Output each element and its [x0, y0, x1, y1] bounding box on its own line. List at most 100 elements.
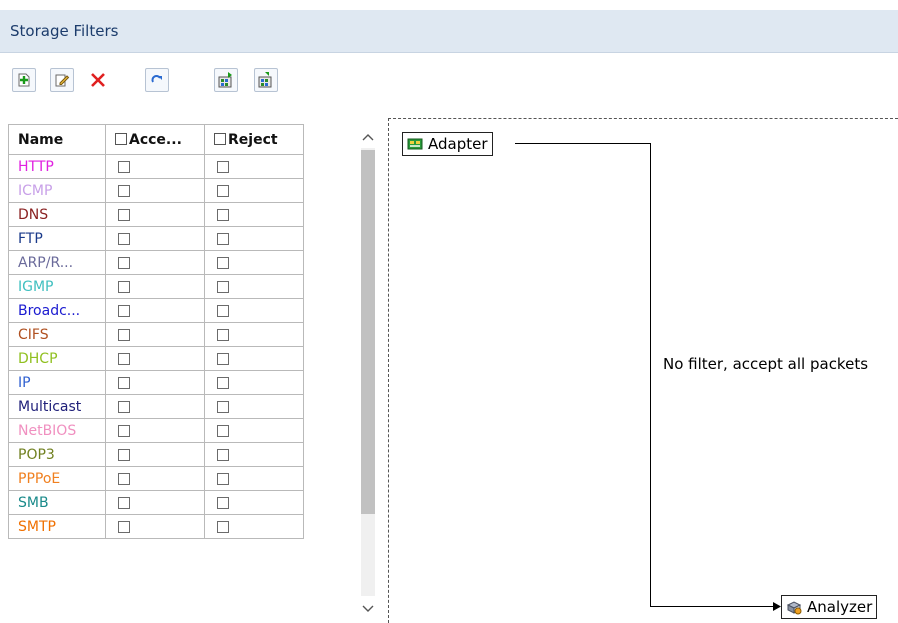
accept-cell — [105, 466, 205, 491]
vertical-scrollbar[interactable] — [354, 124, 380, 623]
filter-name-cell[interactable]: IGMP — [8, 274, 106, 299]
refresh-button[interactable] — [145, 68, 169, 92]
refresh-icon — [151, 75, 162, 83]
reject-cell — [204, 202, 304, 227]
scroll-up-arrow-icon[interactable] — [359, 128, 377, 146]
reject-cell — [204, 154, 304, 179]
column-header-reject[interactable]: Reject — [204, 124, 304, 155]
reject-cell — [204, 298, 304, 323]
table-row[interactable]: POP3 — [8, 442, 304, 467]
reject-checkbox[interactable] — [217, 448, 229, 461]
reject-checkbox[interactable] — [217, 496, 229, 509]
analyzer-node[interactable]: Analyzer — [781, 595, 878, 619]
reject-checkbox[interactable] — [217, 184, 229, 197]
accept-checkbox[interactable] — [118, 160, 130, 173]
reject-checkbox[interactable] — [217, 352, 229, 365]
reject-checkbox[interactable] — [217, 280, 229, 293]
scroll-down-arrow-icon[interactable] — [359, 600, 377, 618]
column-header-accept[interactable]: Acce... — [105, 124, 205, 155]
add-filter-icon — [18, 73, 30, 87]
accept-checkbox[interactable] — [118, 232, 130, 245]
accept-checkbox[interactable] — [118, 376, 130, 389]
reject-checkbox[interactable] — [217, 520, 229, 533]
table-row[interactable]: ARP/R... — [8, 250, 304, 275]
edit-icon — [55, 74, 70, 87]
table-row[interactable]: FTP — [8, 226, 304, 251]
table-row[interactable]: CIFS — [8, 322, 304, 347]
filter-name-cell[interactable]: DNS — [8, 202, 106, 227]
reject-checkbox[interactable] — [217, 328, 229, 341]
filter-name-cell[interactable]: HTTP — [8, 154, 106, 179]
reject-checkbox[interactable] — [217, 376, 229, 389]
accept-cell — [105, 346, 205, 371]
filter-name-cell[interactable]: IP — [8, 370, 106, 395]
reject-checkbox[interactable] — [217, 160, 229, 173]
accept-cell — [105, 226, 205, 251]
reject-checkbox[interactable] — [217, 304, 229, 317]
reject-cell — [204, 322, 304, 347]
reject-checkbox[interactable] — [217, 208, 229, 221]
reject-checkbox[interactable] — [217, 400, 229, 413]
accept-all-checkbox[interactable] — [115, 132, 127, 145]
table-row[interactable]: DHCP — [8, 346, 304, 371]
accept-cell — [105, 298, 205, 323]
scroll-thumb[interactable] — [361, 150, 375, 514]
add-filter-button[interactable] — [12, 68, 36, 92]
table-row[interactable]: NetBIOS — [8, 418, 304, 443]
table-row[interactable]: IP — [8, 370, 304, 395]
accept-checkbox[interactable] — [118, 520, 130, 533]
import-button[interactable] — [214, 68, 238, 92]
table-row[interactable]: Broadc... — [8, 298, 304, 323]
reject-checkbox[interactable] — [217, 424, 229, 437]
delete-filter-button[interactable] — [86, 68, 110, 92]
accept-checkbox[interactable] — [118, 256, 130, 269]
export-button[interactable] — [254, 68, 278, 92]
edit-filter-button[interactable] — [50, 68, 74, 92]
accept-cell — [105, 418, 205, 443]
table-row[interactable]: PPPoE — [8, 466, 304, 491]
filter-name-cell[interactable]: PPPoE — [8, 466, 106, 491]
filter-name-cell[interactable]: Multicast — [8, 394, 106, 419]
accept-checkbox[interactable] — [118, 496, 130, 509]
table-row[interactable]: IGMP — [8, 274, 304, 299]
table-row[interactable]: SMB — [8, 490, 304, 515]
filter-name-cell[interactable]: SMB — [8, 490, 106, 515]
accept-cell — [105, 514, 205, 539]
filter-name-cell[interactable]: ICMP — [8, 178, 106, 203]
filter-name-cell[interactable]: NetBIOS — [8, 418, 106, 443]
adapter-node[interactable]: Adapter — [402, 132, 493, 156]
column-header-name[interactable]: Name — [8, 124, 106, 155]
accept-cell — [105, 154, 205, 179]
filter-name-cell[interactable]: FTP — [8, 226, 106, 251]
table-row[interactable]: DNS — [8, 202, 304, 227]
accept-checkbox[interactable] — [118, 328, 130, 341]
accept-checkbox[interactable] — [118, 352, 130, 365]
accept-checkbox[interactable] — [118, 472, 130, 485]
accept-checkbox[interactable] — [118, 400, 130, 413]
filter-name-cell[interactable]: Broadc... — [8, 298, 106, 323]
accept-checkbox[interactable] — [118, 208, 130, 221]
reject-checkbox[interactable] — [217, 256, 229, 269]
filter-name-cell[interactable]: POP3 — [8, 442, 106, 467]
filter-name-cell[interactable]: SMTP — [8, 514, 106, 539]
network-adapter-icon — [407, 137, 423, 151]
filter-table: Name Acce... Reject HTTP ICMP DNS FTP ARP/R.… — [8, 124, 304, 539]
filter-name-cell[interactable]: DHCP — [8, 346, 106, 371]
table-row[interactable]: SMTP — [8, 514, 304, 539]
reject-cell — [204, 370, 304, 395]
reject-checkbox[interactable] — [217, 472, 229, 485]
accept-checkbox[interactable] — [118, 304, 130, 317]
table-row[interactable]: ICMP — [8, 178, 304, 203]
table-row[interactable]: HTTP — [8, 154, 304, 179]
accept-checkbox[interactable] — [118, 184, 130, 197]
accept-checkbox[interactable] — [118, 424, 130, 437]
connector-line — [650, 606, 775, 607]
filter-name-cell[interactable]: ARP/R... — [8, 250, 106, 275]
filter-name-cell[interactable]: CIFS — [8, 322, 106, 347]
reject-checkbox[interactable] — [217, 232, 229, 245]
table-row[interactable]: Multicast — [8, 394, 304, 419]
accept-checkbox[interactable] — [118, 448, 130, 461]
accept-cell — [105, 322, 205, 347]
accept-checkbox[interactable] — [118, 280, 130, 293]
reject-all-checkbox[interactable] — [214, 132, 226, 145]
